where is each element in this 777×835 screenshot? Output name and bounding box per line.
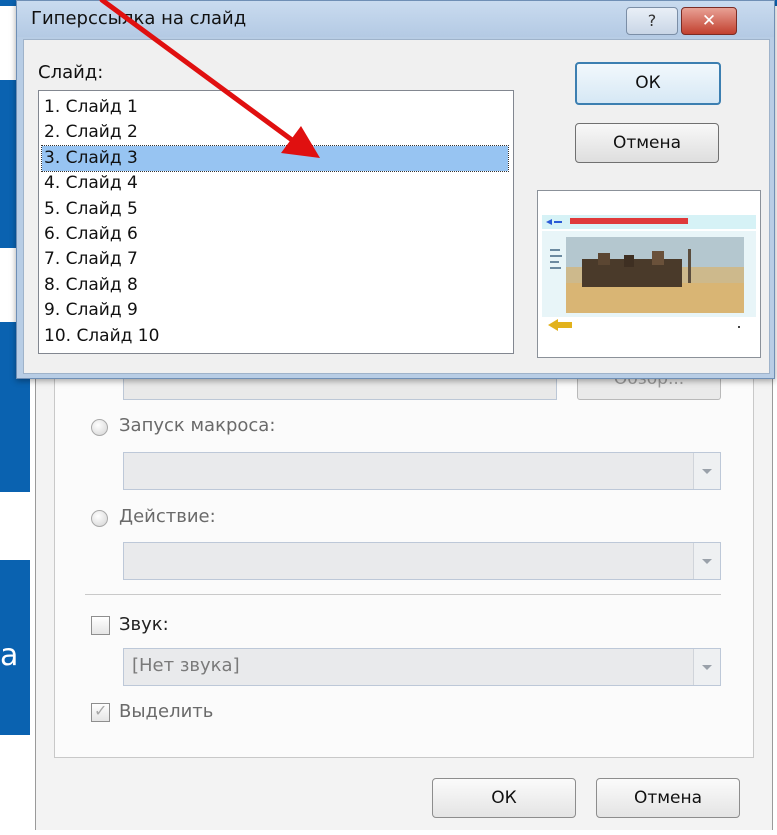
chevron-down-icon[interactable] <box>693 649 720 685</box>
macro-label: Запуск макроса: <box>119 415 276 436</box>
slide-list-item[interactable]: 3. Слайд 3 <box>41 144 509 172</box>
dialog-body: Слайд: 1. Слайд 1 2. Слайд 2 3. Слайд 3 4. … <box>23 39 770 374</box>
action-settings-dialog: Обзор... Запуск макроса: Действие: Звук:… <box>35 360 773 830</box>
close-icon: ✕ <box>701 11 717 31</box>
action-label: Действие: <box>119 506 216 527</box>
action-settings-panel: Обзор... Запуск макроса: Действие: Звук:… <box>54 360 754 758</box>
help-button[interactable]: ? <box>626 7 678 35</box>
cancel-button[interactable]: Отмена <box>575 123 719 163</box>
cancel-button[interactable]: Отмена <box>596 778 740 818</box>
dialog-titlebar[interactable]: Гиперссылка на слайд ? ✕ <box>17 1 774 37</box>
slide-list-item[interactable]: 9. Слайд 9 <box>42 298 508 323</box>
dialog-title: Гиперссылка на слайд <box>31 8 247 29</box>
sound-checkbox[interactable] <box>91 616 110 635</box>
slide-list-item[interactable]: 1. Слайд 1 <box>42 95 508 120</box>
slide-thumbnail-image <box>538 191 760 357</box>
hyperlink-to-slide-dialog: Гиперссылка на слайд ? ✕ Слайд: 1. Слайд… <box>16 0 775 379</box>
slide-list-item[interactable]: 2. Слайд 2 <box>42 120 508 145</box>
sound-select-value: [Нет звука] <box>132 655 240 676</box>
slide-list-label: Слайд: <box>38 62 104 83</box>
sound-select[interactable]: [Нет звука] <box>123 648 721 686</box>
macro-radio[interactable] <box>91 419 108 436</box>
action-radio[interactable] <box>91 510 108 527</box>
slide-list-item[interactable]: 10. Слайд 10 <box>42 324 508 349</box>
slide-list-item[interactable]: 5. Слайд 5 <box>42 197 508 222</box>
divider <box>85 594 721 595</box>
ok-button[interactable]: ОК <box>575 62 721 105</box>
slide-listbox[interactable]: 1. Слайд 1 2. Слайд 2 3. Слайд 3 4. Слайд 4… <box>38 90 514 354</box>
close-button[interactable]: ✕ <box>681 7 737 35</box>
highlight-checkbox[interactable] <box>91 701 110 722</box>
slide-list-item[interactable]: 8. Слайд 8 <box>42 273 508 298</box>
chevron-down-icon[interactable] <box>693 453 720 489</box>
sound-label: Звук: <box>119 614 169 635</box>
chevron-down-icon[interactable] <box>693 543 720 579</box>
slide-preview <box>537 190 761 358</box>
macro-select[interactable] <box>123 452 721 490</box>
background-cut-text: а <box>0 638 19 673</box>
slide-list-item[interactable]: 6. Слайд 6 <box>42 222 508 247</box>
slide-list-item[interactable]: 4. Слайд 4 <box>42 171 508 196</box>
ok-button[interactable]: ОК <box>432 778 576 818</box>
action-select[interactable] <box>123 542 721 580</box>
highlight-label: Выделить <box>119 701 214 722</box>
slide-list-item[interactable]: 7. Слайд 7 <box>42 247 508 272</box>
help-icon: ? <box>647 11 657 30</box>
